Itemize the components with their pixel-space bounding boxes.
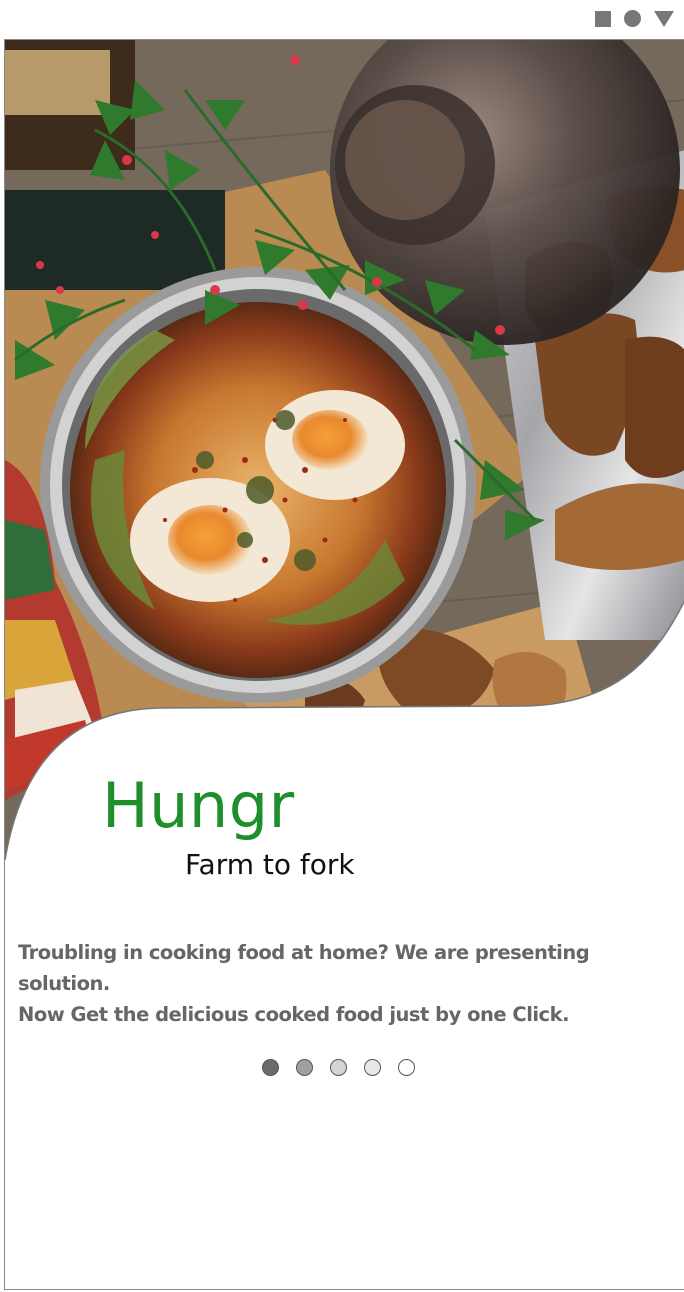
intro-description: Troubling in cooking food at home? We ar… xyxy=(18,937,682,1030)
intro-line-1: Troubling in cooking food at home? We ar… xyxy=(18,941,590,995)
page-dot-5[interactable] xyxy=(398,1059,415,1076)
intro-line-2: Now Get the delicious cooked food just b… xyxy=(18,1003,570,1026)
page-dot-4[interactable] xyxy=(364,1059,381,1076)
status-icons xyxy=(595,10,674,27)
page-dot-3[interactable] xyxy=(330,1059,347,1076)
circle-icon xyxy=(624,10,641,27)
app-logo-text: Hungr xyxy=(102,769,295,842)
onboarding-pagination xyxy=(262,1059,415,1076)
square-icon xyxy=(595,10,611,27)
status-bar xyxy=(0,0,684,40)
page-dot-2[interactable] xyxy=(296,1059,313,1076)
app-tagline: Farm to fork xyxy=(185,848,355,881)
app-screen xyxy=(4,39,684,1290)
hero-food-image xyxy=(5,40,684,861)
triangle-icon xyxy=(654,10,674,27)
page-dot-1[interactable] xyxy=(262,1059,279,1076)
